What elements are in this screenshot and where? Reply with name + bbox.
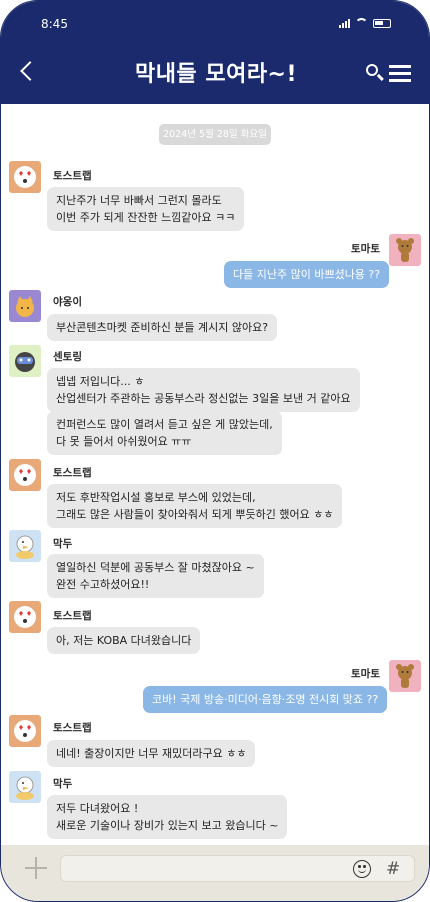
message-line: 저두 다녀왔어요 !: [56, 802, 139, 815]
message-line: 이번 주가 되게 잔잔한 느낌같아요 ㅋㅋ: [56, 211, 236, 224]
status-time: 8:45: [41, 17, 68, 31]
menu-button[interactable]: [389, 64, 412, 82]
heart-eyes-avatar-icon: [9, 715, 41, 747]
sender-name: 막두: [53, 778, 73, 790]
sender-name: 야옹이: [53, 296, 82, 308]
message-line: 산업센터가 주관하는 공동부스라 정신없는 3일을 보낸 거 같아요: [56, 392, 351, 405]
avatar-toastlab[interactable]: [9, 459, 41, 491]
message-bubble[interactable]: 아, 저는 KOBA 다녀왔습니다: [47, 627, 201, 654]
message-line: 넵넵 저입니다... ㅎ: [56, 375, 145, 388]
message-bubble[interactable]: 저두 다녀왔어요 ! 새로운 기술이나 장비가 있는지 보고 왔습니다 ~: [47, 795, 288, 839]
message-bubble[interactable]: 저도 후반작업시설 홍보로 부스에 있었는데, 그래도 많은 사람들이 찾아와줘…: [47, 484, 343, 528]
smiley-icon[interactable]: [353, 860, 371, 878]
plus-icon[interactable]: [25, 857, 47, 879]
avatar-toastlab[interactable]: [9, 161, 41, 193]
message-list[interactable]: 2024년 5월 28일 화요일 토스트랩 지난주가 너무 바빠서 그런지 몰라…: [1, 104, 429, 845]
status-icons: [339, 18, 391, 28]
duck-avatar-icon: [9, 530, 41, 562]
message-line: 네네! 출장이지만 너무 재밌더라구요 ㅎㅎ: [56, 747, 247, 760]
message-line: 새로운 기술이나 장비가 있는지 보고 왔습니다 ~: [56, 819, 279, 832]
message-line: 완전 수고하셨어요!!: [56, 578, 150, 591]
avatar-yaongi[interactable]: [9, 290, 41, 322]
sender-name: 토스트랩: [53, 722, 92, 734]
message-line: 부산콘텐츠마켓 준비하신 분들 계시지 않아요?: [56, 321, 269, 334]
duck-avatar-icon: [9, 771, 41, 803]
avatar-toastlab[interactable]: [9, 715, 41, 747]
signal-icon: [339, 19, 350, 28]
sender-name: 토마토: [351, 668, 380, 680]
sender-name: 토마토: [351, 243, 380, 255]
avatar-tomato[interactable]: [389, 234, 421, 266]
message-line: 다들 지난주 많이 바쁘셨나용 ??: [233, 268, 381, 281]
message-bubble[interactable]: 지난주가 너무 바빠서 그런지 몰라도 이번 주가 되게 잔잔한 느낌같아요 ㅋ…: [47, 187, 245, 231]
avatar-makdu[interactable]: [9, 771, 41, 803]
sender-name: 토스트랩: [53, 467, 92, 479]
message-line: 코바! 국제 방송·미디어·음향·조명 전시회 맞죠 ??: [152, 693, 379, 706]
message-line: 아, 저는 KOBA 다녀왔습니다: [56, 634, 192, 647]
wifi-icon: [355, 18, 368, 28]
message-bubble[interactable]: 컨퍼런스도 많이 열려서 듣고 싶은 게 많았는데, 다 못 들어서 아쉬웠어요…: [47, 411, 282, 455]
chat-header: 8:45 막내들 모여라~!: [1, 1, 429, 104]
message-composer: #: [1, 845, 429, 901]
message-line: 그래도 많은 사람들이 찾아와줘서 되게 뿌듯하긴 했어요 ㅎㅎ: [56, 508, 334, 521]
bear-avatar-icon: [389, 660, 421, 692]
avatar-sentoring[interactable]: [9, 345, 41, 377]
message-bubble[interactable]: 넵넵 저입니다... ㅎ 산업센터가 주관하는 공동부스라 정신없는 3일을 보…: [47, 368, 360, 412]
my-message-bubble[interactable]: 코바! 국제 방송·미디어·음향·조명 전시회 맞죠 ??: [143, 686, 388, 713]
sender-name: 막두: [53, 538, 73, 550]
hash-icon[interactable]: #: [386, 859, 400, 879]
message-bubble[interactable]: 네네! 출장이지만 너무 재밌더라구요 ㅎㅎ: [47, 740, 256, 767]
message-bubble[interactable]: 열일하신 덕분에 공동부스 잘 마쳤잖아요 ~ 완전 수고하셨어요!!: [47, 554, 264, 598]
message-line: 열일하신 덕분에 공동부스 잘 마쳤잖아요 ~: [56, 561, 255, 574]
sender-name: 센토링: [53, 351, 82, 363]
message-bubble[interactable]: 부산콘텐츠마켓 준비하신 분들 계시지 않아요?: [47, 314, 278, 341]
date-divider: 2024년 5월 28일 화요일: [159, 124, 271, 145]
chat-screen: 8:45 막내들 모여라~! 2024년 5월 28일 화요일 토스트랩 지난주…: [0, 0, 430, 902]
bear-avatar-icon: [389, 234, 421, 266]
my-message-bubble[interactable]: 다들 지난주 많이 바쁘셨나용 ??: [224, 261, 390, 288]
message-line: 다 못 들어서 아쉬웠어요 ㅠㅠ: [56, 435, 192, 448]
avatar-tomato[interactable]: [389, 660, 421, 692]
heart-eyes-avatar-icon: [9, 161, 41, 193]
heart-eyes-avatar-icon: [9, 601, 41, 633]
sender-name: 토스트랩: [53, 170, 92, 182]
cat-avatar-icon: [9, 290, 41, 322]
search-button[interactable]: [365, 63, 385, 83]
message-line: 지난주가 너무 바빠서 그런지 몰라도: [56, 194, 222, 207]
heart-eyes-avatar-icon: [9, 459, 41, 491]
battery-icon: [373, 19, 391, 28]
message-line: 컨퍼런스도 많이 열려서 듣고 싶은 게 많았는데,: [56, 418, 273, 431]
search-icon: [366, 64, 378, 76]
avatar-toastlab[interactable]: [9, 601, 41, 633]
character-avatar-icon: [9, 345, 41, 377]
sender-name: 토스트랩: [53, 610, 92, 622]
avatar-makdu[interactable]: [9, 530, 41, 562]
message-line: 저도 후반작업시설 홍보로 부스에 있었는데,: [56, 491, 256, 504]
